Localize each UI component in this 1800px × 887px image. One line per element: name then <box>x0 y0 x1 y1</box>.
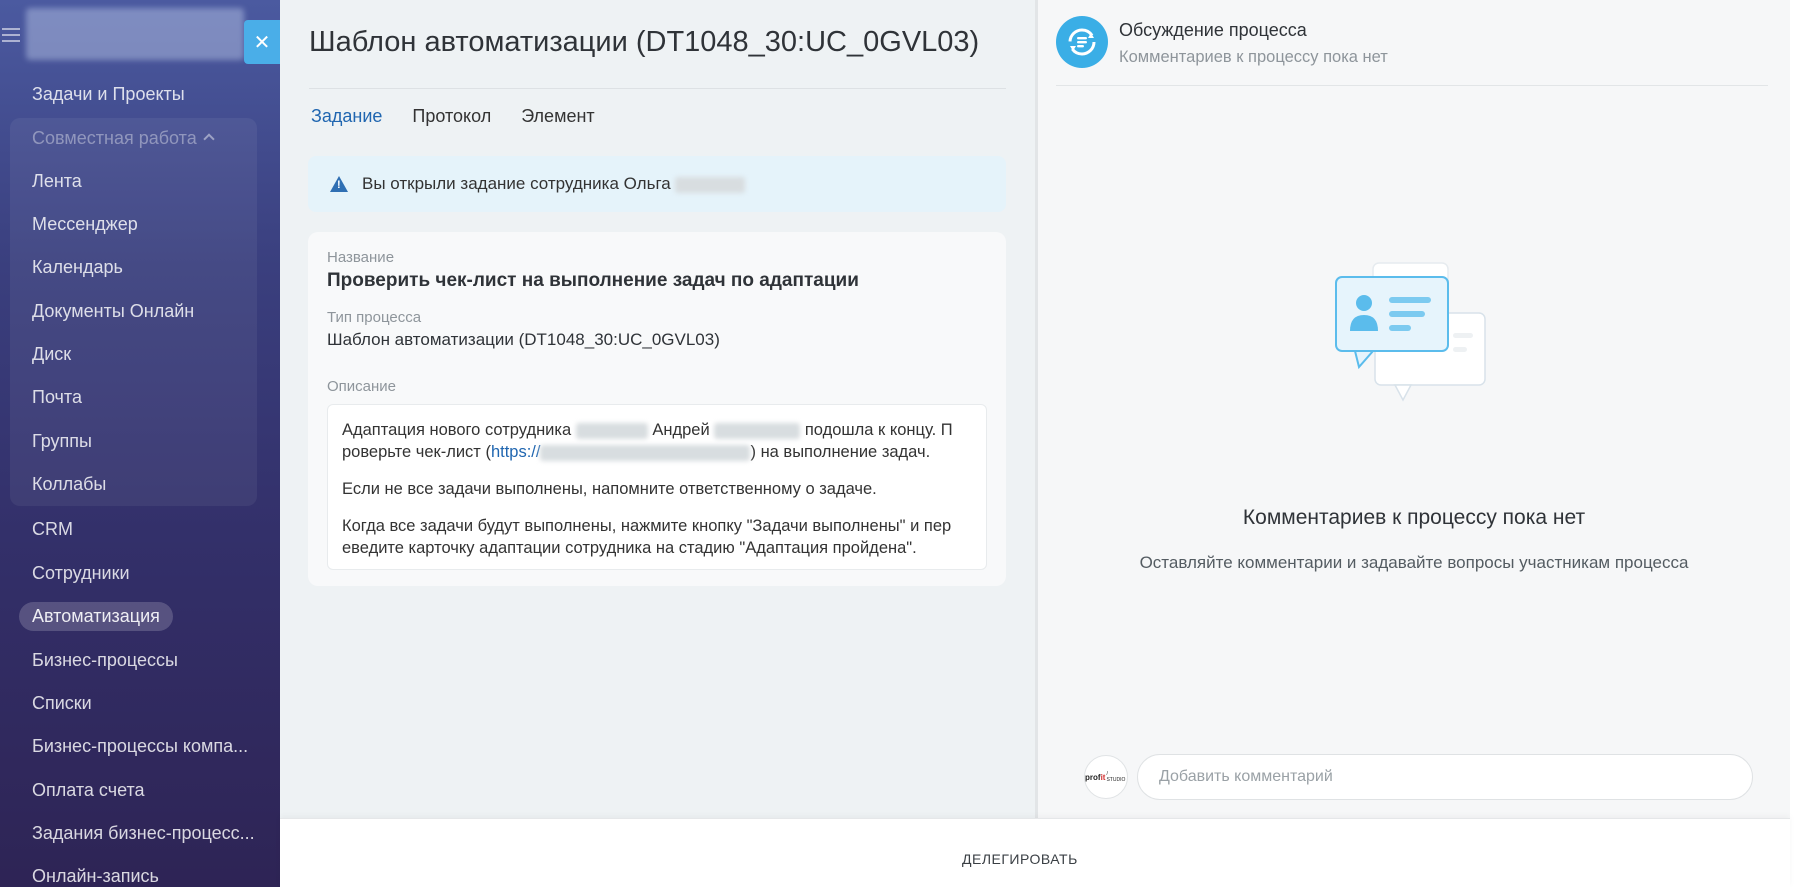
name-value: Проверить чек-лист на выполнение задач п… <box>327 270 859 291</box>
discussion-title: Обсуждение процесса <box>1119 20 1307 40</box>
divider <box>1056 85 1768 86</box>
hamburger-icon[interactable] <box>2 28 20 42</box>
sidebar-item-feed[interactable]: Лента <box>32 171 82 192</box>
redacted-name <box>575 422 648 439</box>
sidebar-item-lists[interactable]: Списки <box>32 693 92 714</box>
sidebar-item-booking[interactable]: Онлайн-запись <box>32 866 159 887</box>
portal-logo <box>26 8 244 60</box>
sidebar-item-bizproc-company[interactable]: Бизнес-процессы компа... <box>32 736 248 757</box>
empty-state-subtitle: Оставляйте комментарии и задавайте вопро… <box>1139 553 1689 572</box>
description-label: Описание <box>327 378 397 395</box>
discussion-panel: Обсуждение процесса Комментариев к проце… <box>1035 0 1790 818</box>
sidebar-item-tasks[interactable]: Задачи и Проекты <box>32 84 185 105</box>
divider <box>309 88 1006 89</box>
checklist-link[interactable]: https:// <box>491 443 541 461</box>
type-value: Шаблон автоматизации (DT1048_30:UC_0GVL0… <box>327 330 720 349</box>
sidebar: ✕ Задачи и Проекты Совместная работа Лен… <box>0 0 280 887</box>
sidebar-item-bizproc-tasks[interactable]: Задания бизнес-процесс... <box>32 823 255 844</box>
description-box: Адаптация нового сотрудника Андрей подош… <box>327 404 987 570</box>
empty-comments-illustration-icon <box>1335 262 1486 402</box>
chevron-up-icon <box>203 133 215 145</box>
sidebar-item-groups[interactable]: Группы <box>32 431 92 452</box>
tabs: Задание Протокол Элемент <box>311 106 595 127</box>
sidebar-item-disk[interactable]: Диск <box>32 344 71 365</box>
sidebar-item-collabs[interactable]: Коллабы <box>32 474 106 495</box>
discussion-subtitle: Комментариев к процессу пока нет <box>1119 48 1388 66</box>
sidebar-item-employees[interactable]: Сотрудники <box>32 563 130 584</box>
sidebar-item-bizproc[interactable]: Бизнес-процессы <box>32 650 178 671</box>
sidebar-item-documents[interactable]: Документы Онлайн <box>32 301 194 322</box>
close-icon[interactable]: ✕ <box>244 20 280 64</box>
page-title: Шаблон автоматизации (DT1048_30:UC_0GVL0… <box>309 26 980 58</box>
task-card: Название Проверить чек-лист на выполнени… <box>308 232 1006 586</box>
sidebar-item-messenger[interactable]: Мессенджер <box>32 214 138 235</box>
delegate-button[interactable]: ДЕЛЕГИРОВАТЬ <box>962 851 1078 867</box>
sidebar-item-automation[interactable]: Автоматизация <box>19 602 173 631</box>
description-paragraph: Если не все задачи выполнены, напомните … <box>342 480 877 498</box>
description-paragraph: Когда все задачи будут выполнены, нажмит… <box>342 517 952 557</box>
task-panel: Шаблон автоматизации (DT1048_30:UC_0GVL0… <box>280 0 1035 818</box>
alert-text: Вы открыли задание сотрудника Ольга <box>362 174 746 194</box>
tab-task[interactable]: Задание <box>311 106 382 127</box>
info-alert: Вы открыли задание сотрудника Ольга <box>308 156 1006 212</box>
sidebar-item-mail[interactable]: Почта <box>32 387 82 408</box>
tab-protocol[interactable]: Протокол <box>412 106 491 127</box>
redacted-url <box>540 444 751 461</box>
tab-element[interactable]: Элемент <box>521 106 594 127</box>
description-paragraph: Адаптация нового сотрудника Андрей подош… <box>342 421 953 461</box>
process-discussion-icon <box>1056 16 1108 68</box>
empty-state-title: Комментариев к процессу пока нет <box>1242 506 1586 529</box>
avatar: prof it / STUDIO <box>1084 755 1128 799</box>
sidebar-item-crm[interactable]: CRM <box>32 519 73 540</box>
sidebar-item-invoice[interactable]: Оплата счета <box>32 780 145 801</box>
type-label: Тип процесса <box>327 309 422 326</box>
warning-icon <box>330 176 348 192</box>
sidebar-item-label: Совместная работа <box>32 128 197 148</box>
name-label: Название <box>327 249 395 266</box>
redacted-name <box>675 176 746 193</box>
redacted-name <box>714 422 801 439</box>
footer-bar: ДЕЛЕГИРОВАТЬ <box>280 818 1790 887</box>
sidebar-item-collab[interactable]: Совместная работа <box>32 128 215 149</box>
sidebar-item-calendar[interactable]: Календарь <box>32 257 123 278</box>
comment-input[interactable] <box>1137 754 1753 800</box>
